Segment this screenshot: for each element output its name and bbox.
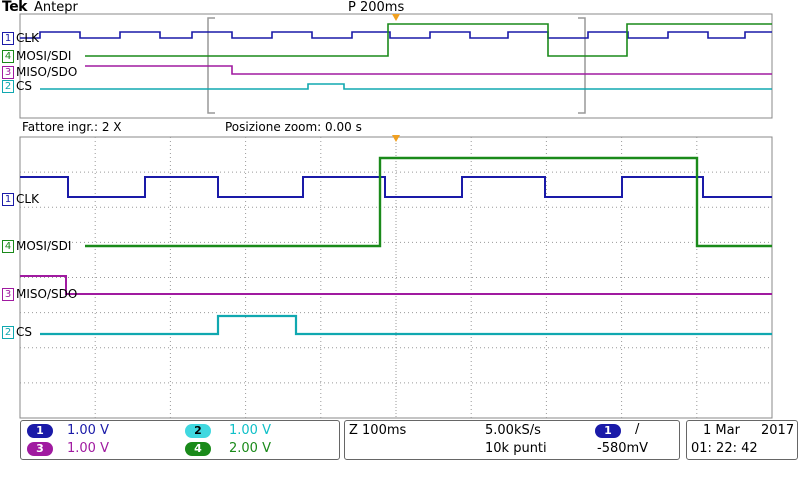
zoom-ch4-tag[interactable]: 4 MOSI/SDI (2, 240, 71, 253)
ch4-scale-value: 2.00 V (229, 441, 271, 456)
zoom-ch3-number-badge: 3 (2, 288, 14, 301)
channel-scale-panel[interactable]: 1 1.00 V 2 1.00 V 3 1.00 V 4 2.00 V (20, 420, 340, 460)
zoom-timebase: Z 100ms (349, 423, 407, 438)
zoom-ch3-tag[interactable]: 3 MISO/SDO (2, 288, 77, 301)
zoom-ch1-tag[interactable]: 1 CLK (2, 193, 39, 206)
ch2-scale-value: 1.00 V (229, 423, 271, 438)
trigger-source-badge[interactable]: 1 (595, 424, 621, 438)
ch3-scale-value: 1.00 V (67, 441, 109, 456)
trigger-slope-icon: / (635, 422, 640, 437)
timebase-trigger-panel[interactable]: Z 100ms 5.00kS/s 10k punti 1 / -580mV (344, 420, 680, 460)
ch2-scale-badge[interactable]: 2 (185, 424, 211, 438)
zoom-waveform-display[interactable] (0, 0, 800, 420)
date-day-month: 1 Mar (703, 423, 740, 438)
zoom-ch3-label: MISO/SDO (16, 287, 78, 301)
sample-rate: 5.00kS/s (485, 423, 541, 438)
zoom-ch2-tag[interactable]: 2 CS (2, 326, 32, 339)
readout-bar: 1 1.00 V 2 1.00 V 3 1.00 V 4 2.00 V Z 10… (0, 418, 800, 480)
zoom-ch1-number-badge: 1 (2, 193, 14, 206)
record-length: 10k punti (485, 441, 547, 456)
zoom-ch2-number-badge: 2 (2, 326, 14, 339)
zoom-ch4-number-badge: 4 (2, 240, 14, 253)
ch1-scale-badge[interactable]: 1 (27, 424, 53, 438)
zoom-ch2-label: CS (16, 325, 32, 339)
date-year: 2017 (761, 423, 795, 438)
clock-time: 01: 22: 42 (691, 441, 758, 456)
ch1-scale-value: 1.00 V (67, 423, 109, 438)
ch4-scale-badge[interactable]: 4 (185, 442, 211, 456)
ch3-scale-badge[interactable]: 3 (27, 442, 53, 456)
zoom-ch4-label: MOSI/SDI (16, 239, 72, 253)
zoom-ch1-label: CLK (16, 192, 39, 206)
trigger-level: -580mV (597, 441, 649, 456)
date-time-panel: 1 Mar 2017 01: 22: 42 (686, 420, 798, 460)
